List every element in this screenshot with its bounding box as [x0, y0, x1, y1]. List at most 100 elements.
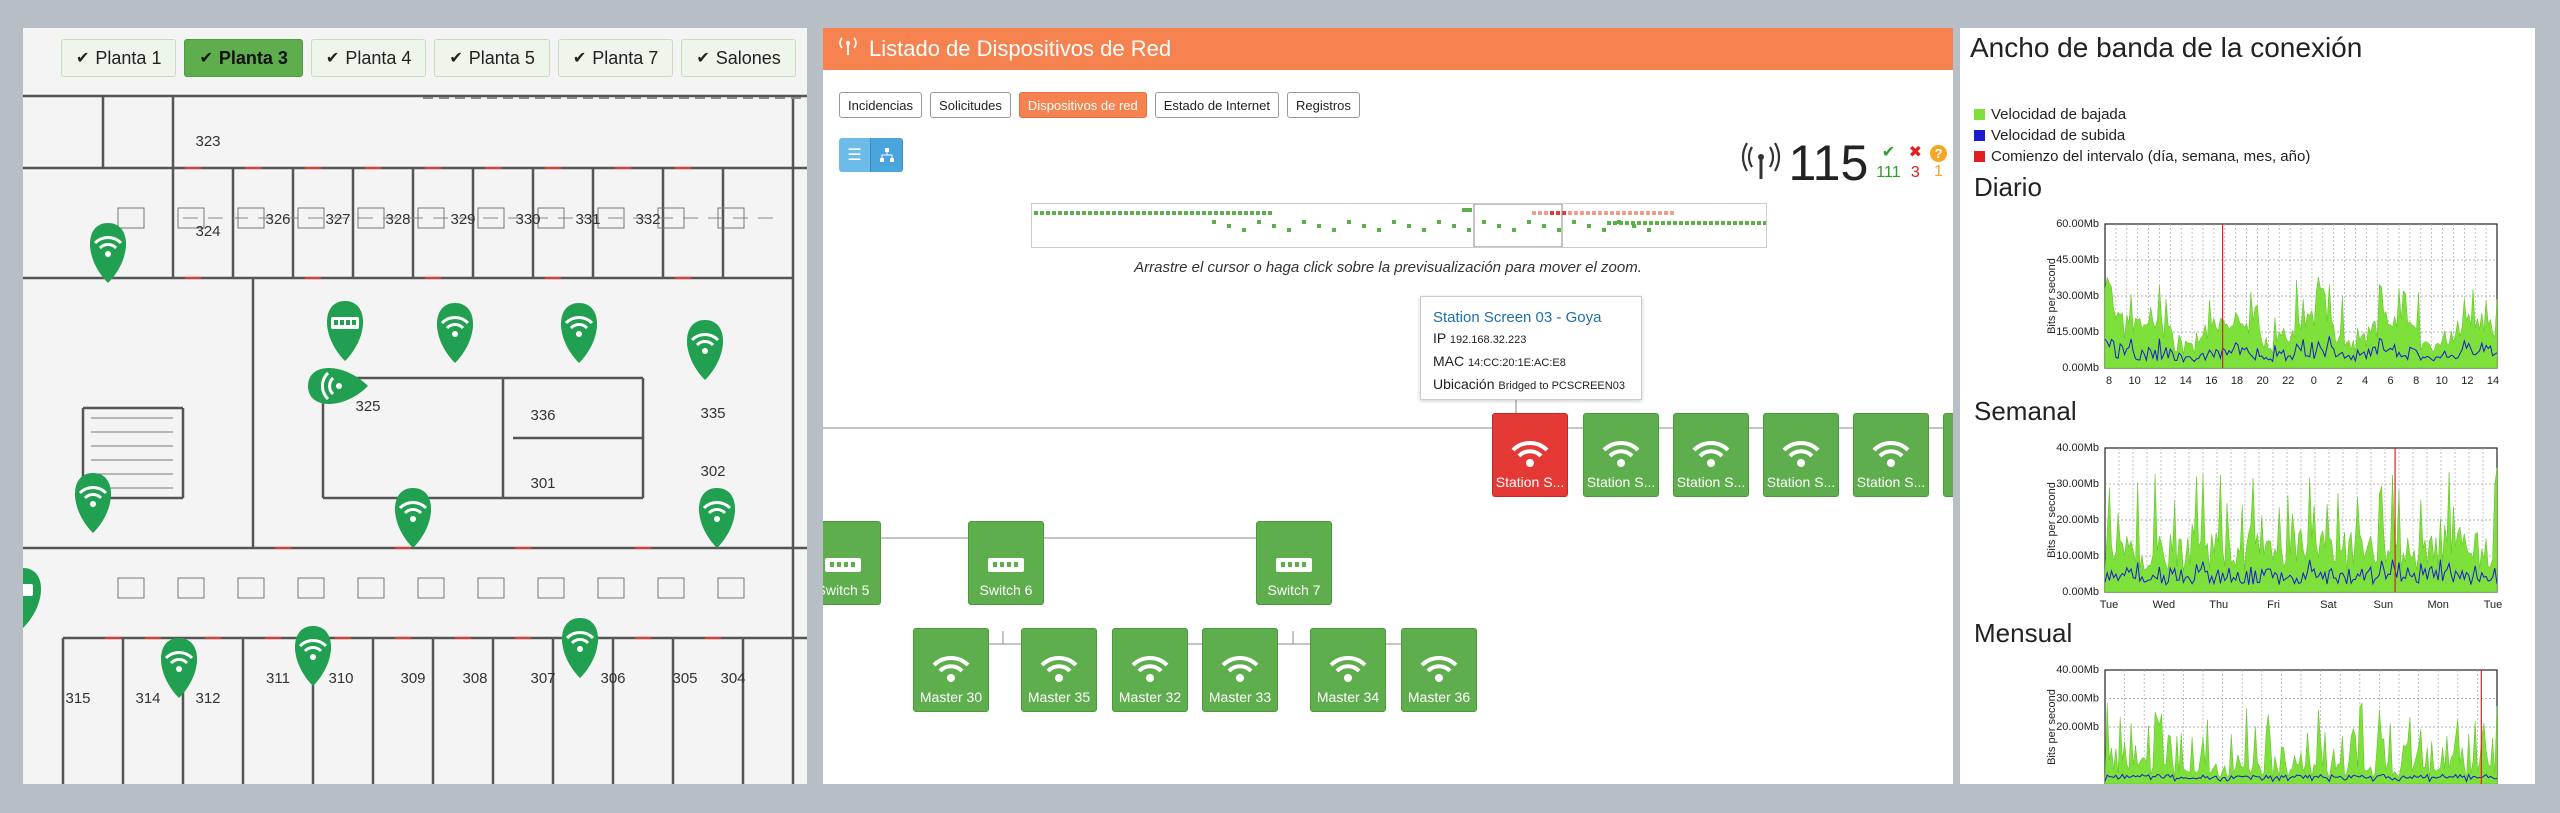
room-label-329: 329 [450, 211, 475, 228]
switch-node[interactable]: Switch 7 [1256, 521, 1332, 605]
room-label-328: 328 [385, 211, 410, 228]
station-node[interactable]: Station S... [1763, 413, 1839, 497]
room-label-336: 336 [530, 407, 555, 424]
floor-tabs: ✔ Planta 1 ✔ Planta 3 ✔ Planta 4 ✔ Planta 5 ✔ Pla… [61, 39, 796, 77]
node-label: Switch 6 [979, 582, 1033, 598]
floor-tab-salones[interactable]: ✔ Salones [681, 39, 796, 77]
master-node[interactable]: Master 35 [1021, 628, 1097, 712]
x-tick-label: 4 [2362, 375, 2368, 387]
switch-node[interactable]: Switch 6 [968, 521, 1044, 605]
master-node[interactable]: Master 32 [1112, 628, 1188, 712]
x-tick-label: Mon [2427, 599, 2448, 611]
room-label-325: 325 [355, 398, 380, 415]
node-label: Station S... [1856, 474, 1926, 490]
y-tick-label: 45.00Mb [2056, 254, 2099, 266]
x-tick-label: 14 [2487, 375, 2499, 387]
floor-tab-label: Planta 3 [218, 47, 288, 68]
node-label: Master 36 [1407, 689, 1471, 705]
floor-tab-label: Planta 5 [468, 47, 535, 68]
wifi-icon [1602, 440, 1640, 467]
wifi-icon [1329, 655, 1367, 682]
master-node[interactable]: Master 33 [1202, 628, 1278, 712]
master-node[interactable]: Master 34 [1310, 628, 1386, 712]
wifi-icon [932, 655, 970, 682]
room-label-327: 327 [325, 211, 350, 228]
tooltip-ip: IP 192.168.32.223 [1433, 328, 1629, 351]
x-tick-label: Sat [2320, 599, 2337, 611]
node-label: Station S... [1495, 474, 1565, 490]
wifi-icon [1692, 440, 1730, 467]
floor-plan-map[interactable]: 323 324 326 327 328 329 330 331 332 325 336 335 301 3… [23, 28, 807, 784]
check-icon: ✔ [325, 50, 340, 67]
check-icon: ✔ [449, 50, 463, 67]
station-node[interactable]: Station S... [1492, 413, 1568, 497]
x-tick-label: 22 [2282, 375, 2294, 387]
room-label-308: 308 [462, 670, 487, 687]
y-tick-label: 30.00Mb [2056, 290, 2099, 302]
room-label-326: 326 [265, 211, 290, 228]
y-tick-label: 20.00Mb [2056, 721, 2099, 733]
floor-tab-planta-7[interactable]: ✔ Planta 7 [557, 39, 674, 77]
x-tick-label: 12 [2461, 375, 2473, 387]
y-tick-label: 20.00Mb [2056, 514, 2099, 526]
room-label-310: 310 [328, 670, 353, 687]
room-label-323: 323 [195, 133, 220, 150]
room-label-312: 312 [195, 690, 220, 707]
node-label: Master 33 [1208, 689, 1272, 705]
room-label-305: 305 [672, 670, 697, 687]
wifi-icon [1131, 655, 1169, 682]
ip-value: 192.168.32.223 [1449, 334, 1527, 346]
wifi-icon [1420, 655, 1458, 682]
tooltip-mac: MAC 14:CC:20:1E:AC:E8 [1433, 351, 1629, 374]
x-tick-label: 12 [2154, 375, 2166, 387]
network-devices-panel: Listado de Dispositivos de Red Incidenci… [823, 28, 1953, 784]
x-tick-label: Tue [2484, 599, 2503, 611]
floor-tab-label: Salones [715, 47, 781, 68]
room-label-307: 307 [530, 670, 555, 687]
x-tick-label: 0 [2311, 375, 2317, 387]
tooltip-title: Station Screen 03 - Goya [1433, 309, 1602, 326]
wifi-icon [1221, 655, 1259, 682]
y-axis-label: Bits per second [2046, 258, 2058, 334]
x-tick-label: Thu [2209, 599, 2228, 611]
x-tick-label: 10 [2436, 375, 2448, 387]
room-label-304: 304 [720, 670, 745, 687]
topology-tree-links [823, 383, 1953, 658]
room-label-315: 315 [65, 690, 90, 707]
floor-tab-planta-3[interactable]: ✔ Planta 3 [184, 39, 303, 77]
master-node[interactable]: Master 30 [913, 628, 989, 712]
room-label-302: 302 [700, 463, 725, 480]
node-label: Station S... [1586, 474, 1656, 490]
y-tick-label: 40.00Mb [2056, 442, 2099, 454]
floor-tab-planta-5[interactable]: ✔ Planta 5 [434, 39, 550, 77]
y-tick-label: 15.00Mb [2056, 326, 2099, 338]
node-label: Master 32 [1118, 689, 1182, 705]
station-node[interactable]: Station S... [1853, 413, 1929, 497]
wifi-icon [1040, 655, 1078, 682]
wifi-icon [1782, 440, 1820, 467]
ip-label: IP [1433, 330, 1446, 346]
station-node[interactable]: Station S... [1583, 413, 1659, 497]
x-tick-label: 18 [2231, 375, 2243, 387]
station-node[interactable]: Station S... [1673, 413, 1749, 497]
station-node[interactable] [1943, 413, 1953, 497]
switch-icon [988, 558, 1024, 572]
room-label-324: 324 [195, 223, 220, 240]
switch-node[interactable]: Switch 5 [823, 521, 881, 605]
y-tick-label: 30.00Mb [2056, 693, 2099, 705]
y-tick-label: 60.00Mb [2056, 218, 2099, 230]
floor-tab-planta-4[interactable]: ✔ Planta 4 [310, 39, 427, 77]
location-value: Bridged to PCSCREEN03 [1498, 380, 1625, 392]
master-node[interactable]: Master 36 [1401, 628, 1477, 712]
bandwidth-panel: Ancho de banda de la conexión Velocidad … [1960, 28, 2535, 784]
mac-label: MAC [1433, 353, 1465, 369]
x-tick-label: 16 [2205, 375, 2217, 387]
node-label: Station S... [1676, 474, 1746, 490]
tooltip-location: Ubicación Bridged to PCSCREEN03 [1433, 374, 1629, 397]
y-axis-label: Bits per second [2046, 482, 2058, 558]
room-label-301: 301 [530, 475, 555, 492]
check-icon: ✔ [572, 50, 587, 67]
floor-tab-planta-1[interactable]: ✔ Planta 1 [61, 39, 177, 77]
x-tick-label: 6 [2388, 375, 2394, 387]
bandwidth-graphs: 60.00Mb45.00Mb30.00Mb15.00Mb0.00Mb8 10 12 1… [2046, 218, 2503, 784]
